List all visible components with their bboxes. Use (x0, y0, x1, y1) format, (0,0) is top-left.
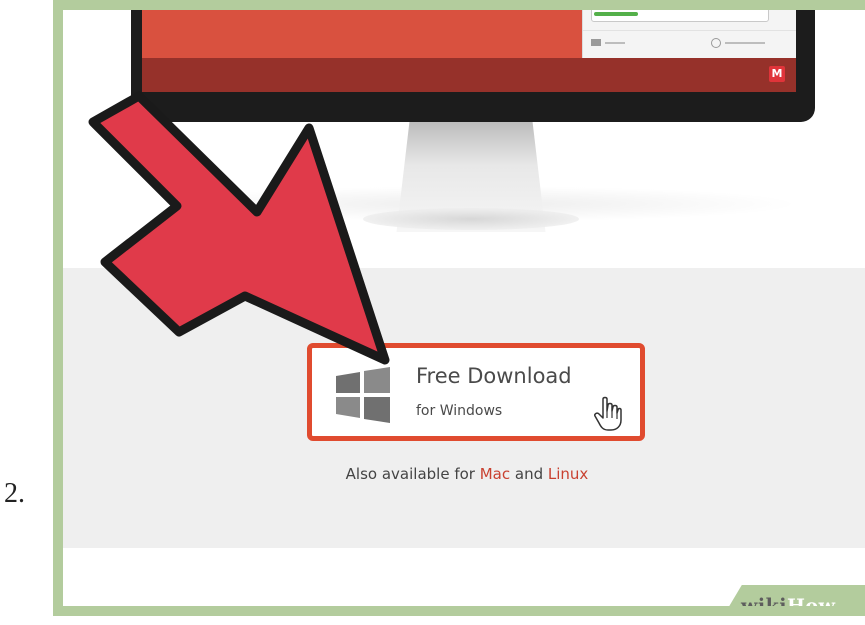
step-number: 2. (4, 478, 25, 509)
wikihow-logo-how: How (786, 595, 836, 616)
availability-and: and (510, 465, 548, 483)
svg-text:™: ™ (386, 420, 391, 424)
screen-progress-field (591, 10, 769, 22)
wikihow-logo: wikiHow (741, 595, 836, 616)
wikihow-logo-wiki: wiki (741, 595, 787, 616)
monitor-screen: M (142, 10, 796, 92)
download-subtitle: for Windows (416, 403, 503, 419)
availability-note: Also available for Mac and Linux (63, 465, 865, 483)
screen-footer-band (142, 58, 796, 92)
red-arrow-icon (88, 91, 390, 365)
app-logo-icon: M (769, 66, 785, 82)
hand-pointer-icon (594, 396, 622, 431)
linux-link[interactable]: Linux (548, 465, 588, 483)
placeholder-line (725, 42, 765, 44)
screen-progress-fill (594, 12, 638, 16)
folder-icon (591, 39, 601, 46)
download-title: Free Download (416, 364, 572, 388)
illustration-frame: M ™ Free Download for Windows Also avail… (53, 0, 865, 616)
screen-panel-row (583, 30, 796, 57)
availability-prefix: Also available for (345, 465, 480, 483)
screen-side-panel (582, 10, 796, 58)
mac-link[interactable]: Mac (480, 465, 510, 483)
placeholder-line (605, 42, 625, 44)
globe-icon (711, 38, 721, 48)
